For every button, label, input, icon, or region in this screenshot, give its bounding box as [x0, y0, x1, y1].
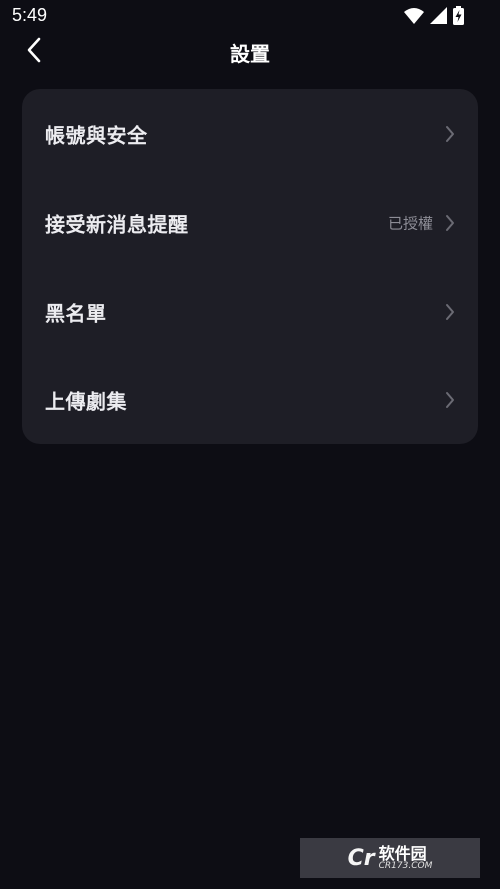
battery-charging-icon	[453, 6, 464, 29]
watermark-cn-text: 软件园	[378, 843, 427, 863]
settings-item-label: 黑名單	[45, 301, 107, 325]
settings-item-account-security[interactable]: 帳號與安全	[22, 89, 478, 178]
chevron-right-icon	[444, 391, 456, 409]
wifi-icon	[404, 7, 424, 29]
settings-item-label: 帳號與安全	[45, 123, 148, 147]
status-bar: 5:49	[0, 0, 500, 34]
settings-item-value: 已授權	[387, 214, 433, 232]
settings-item-upload-episodes[interactable]: 上傳劇集	[22, 355, 478, 444]
settings-item-label: 接受新消息提醒	[45, 212, 189, 236]
status-time: 5:49	[12, 5, 48, 25]
settings-item-blacklist[interactable]: 黑名單	[22, 267, 478, 356]
chevron-right-icon	[444, 125, 456, 143]
chevron-right-icon	[444, 303, 456, 321]
settings-item-label: 上傳劇集	[45, 389, 127, 413]
header: 設置	[0, 30, 500, 74]
watermark-en-text: CR173.COM	[378, 860, 433, 871]
watermark-logo: Cr 软件园 CR173.COM	[300, 838, 480, 878]
watermark-text: 软件园 CR173.COM	[378, 843, 433, 871]
settings-card: 帳號與安全 接受新消息提醒 已授權 黑名單 上傳劇集	[22, 89, 478, 444]
settings-item-notifications[interactable]: 接受新消息提醒 已授權	[22, 178, 478, 267]
watermark-mark: Cr	[347, 845, 375, 871]
chevron-right-icon	[444, 214, 456, 232]
page-title: 設置	[230, 42, 270, 66]
signal-icon	[430, 7, 447, 28]
status-icons	[404, 6, 464, 29]
